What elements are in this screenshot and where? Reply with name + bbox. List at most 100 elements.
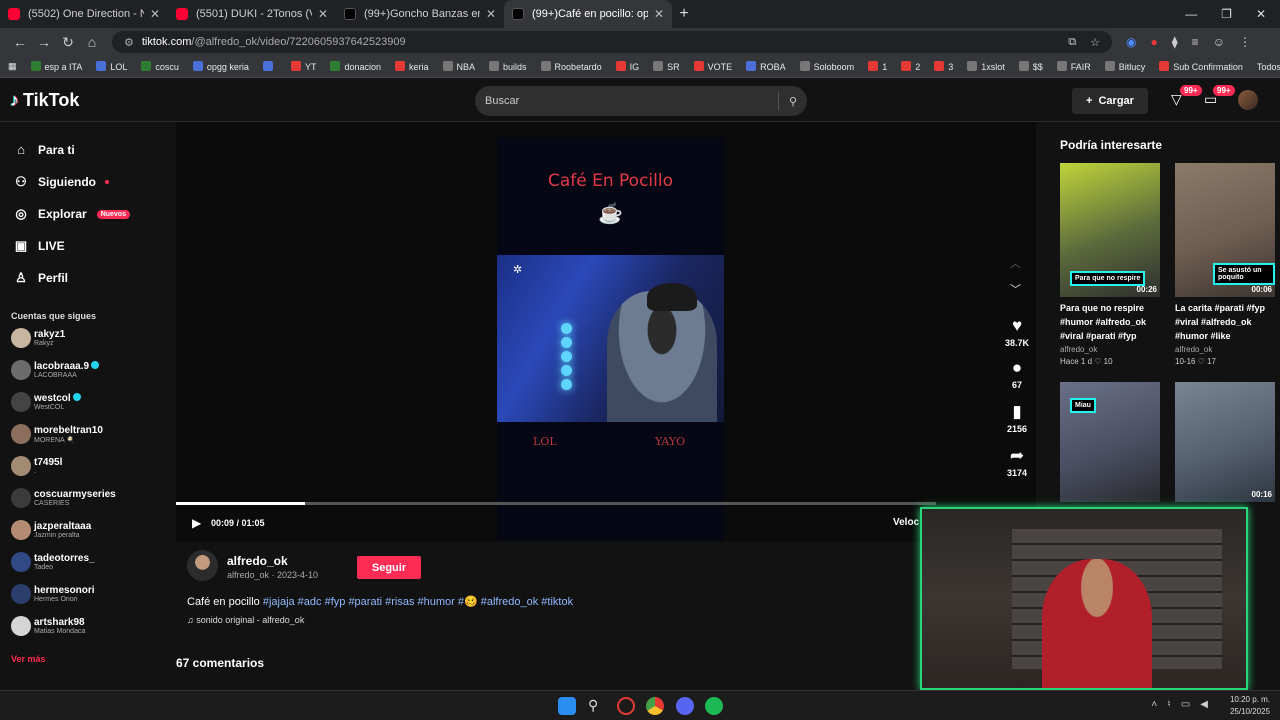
- extension-icon[interactable]: ◉: [1126, 35, 1136, 49]
- browser-tab[interactable]: (5502) One Direction - Night Ch ✕: [0, 0, 168, 28]
- bookmark-item[interactable]: NBA: [442, 61, 475, 72]
- bookmark-item[interactable]: SR: [653, 61, 680, 72]
- bookmark-item[interactable]: Sub Confirmation: [1159, 61, 1243, 72]
- bookmark-item[interactable]: LOL: [96, 61, 127, 72]
- bookmark-item[interactable]: donacion: [330, 61, 381, 72]
- apps-icon[interactable]: ▦: [8, 61, 17, 72]
- bookmark-item[interactable]: YT: [290, 61, 316, 72]
- video-thumbnail[interactable]: 00:16: [1175, 382, 1275, 502]
- followed-account[interactable]: jazperaltaaa Jazmin peralta: [11, 520, 91, 540]
- mic-icon[interactable]: ♮: [1167, 699, 1171, 710]
- bookmark-star-icon[interactable]: ☆: [1090, 36, 1100, 49]
- clock[interactable]: 10:20 p. m. 25/10/2025: [1230, 694, 1270, 718]
- bookmark-item[interactable]: keria: [395, 61, 429, 72]
- maximize-icon[interactable]: ❐: [1221, 7, 1232, 21]
- bookmark-item[interactable]: 3: [934, 61, 953, 72]
- speed-button[interactable]: Veloc: [893, 517, 919, 528]
- bookmark-item[interactable]: FAIR: [1056, 61, 1091, 72]
- bookmark-item[interactable]: ROBA: [746, 61, 786, 72]
- browser-tab-active[interactable]: (99+)Café en pocillo: opciones ✕: [504, 0, 672, 28]
- bookmark-item[interactable]: coscu: [141, 61, 179, 72]
- home-icon[interactable]: ⌂: [80, 34, 104, 50]
- close-icon[interactable]: ✕: [318, 7, 328, 21]
- recommended-video[interactable]: 00:16: [1175, 382, 1275, 502]
- bookmark-item[interactable]: 2: [901, 61, 920, 72]
- back-icon[interactable]: ←: [8, 34, 32, 50]
- bookmark-item[interactable]: [262, 61, 277, 72]
- browser-tab[interactable]: (5501) DUKI - 2Tonos (Video Of ✕: [168, 0, 336, 28]
- bookmark-item[interactable]: $$: [1018, 61, 1043, 72]
- comment-button[interactable]: ● 67: [1000, 358, 1034, 390]
- site-info-icon[interactable]: ⚙: [124, 36, 134, 49]
- video-progress-bar[interactable]: [176, 502, 936, 505]
- bookmark-item[interactable]: VOTE: [693, 61, 732, 72]
- sound-link[interactable]: ♫ sonido original - alfredo_ok: [187, 615, 304, 625]
- sidebar-item-perfil[interactable]: ♙ Perfil: [12, 270, 68, 286]
- discord-icon[interactable]: [676, 697, 694, 715]
- upload-button[interactable]: + Cargar: [1072, 88, 1148, 114]
- rec-author[interactable]: alfredo_ok: [1060, 345, 1160, 354]
- followed-account[interactable]: rakyz1 Rakyz: [11, 328, 65, 348]
- followed-account[interactable]: coscuarmyseries CASERIES: [11, 488, 116, 508]
- save-button[interactable]: ▮ 2156: [1000, 402, 1034, 434]
- recommended-video[interactable]: Para que no respire 00:26 Para que no re…: [1060, 163, 1160, 366]
- windows-start-icon[interactable]: [558, 697, 576, 715]
- bookmark-item[interactable]: 1xslot: [967, 61, 1005, 72]
- follow-button[interactable]: Seguir: [357, 556, 421, 579]
- rec-author[interactable]: alfredo_ok: [1175, 345, 1275, 354]
- bookmark-item[interactable]: Bitlucy: [1104, 61, 1145, 72]
- install-icon[interactable]: ⧉: [1068, 36, 1076, 49]
- bookmark-item[interactable]: IG: [615, 61, 639, 72]
- minimize-icon[interactable]: —: [1185, 7, 1197, 21]
- bookmark-item[interactable]: esp a ITA: [30, 61, 82, 72]
- video-thumbnail[interactable]: Se asustó un poquito 00:06: [1175, 163, 1275, 297]
- media-icon[interactable]: ≡: [1192, 35, 1199, 49]
- author-name[interactable]: alfredo_ok: [227, 554, 288, 568]
- followed-account[interactable]: westcol WestCOL: [11, 392, 81, 412]
- share-button[interactable]: ➦ 3174: [1000, 446, 1034, 478]
- followed-account[interactable]: t7495l.: [11, 456, 62, 476]
- like-button[interactable]: ♥ 38.7K: [1000, 316, 1034, 348]
- profile-icon[interactable]: ☺: [1213, 35, 1225, 49]
- chevron-up-icon[interactable]: ˄: [1151, 699, 1157, 710]
- followed-account[interactable]: artshark98 Matias Mondaca: [11, 616, 85, 636]
- puzzle-icon[interactable]: ⧫: [1172, 35, 1178, 49]
- play-icon[interactable]: ▶: [192, 516, 201, 530]
- volume-icon[interactable]: ◀: [1200, 699, 1208, 710]
- followed-account[interactable]: hermesonori Hermes Onori: [11, 584, 95, 604]
- browser-tab[interactable]: (99+)Goncho Banzas en Countr ✕: [336, 0, 504, 28]
- chevron-down-icon[interactable]: ﹀: [1010, 281, 1021, 297]
- forward-icon[interactable]: →: [32, 34, 56, 50]
- menu-icon[interactable]: ⋮: [1239, 35, 1251, 49]
- followed-account[interactable]: lacobraaa.9 LACOBRAAA: [11, 360, 100, 380]
- followed-account[interactable]: morebeltran10 MORENA 🍳: [11, 424, 103, 444]
- bookmark-item[interactable]: Soloboom: [799, 61, 854, 72]
- followed-account[interactable]: tadeotorres_ Tadeo: [11, 552, 95, 572]
- tiktok-logo[interactable]: ♪ TikTok: [10, 90, 79, 111]
- close-icon[interactable]: ✕: [486, 7, 496, 21]
- url-field[interactable]: ⚙ tiktok.com/@alfredo_ok/video/722060593…: [112, 31, 1112, 53]
- video-thumbnail[interactable]: Para que no respire 00:26: [1060, 163, 1160, 297]
- close-icon[interactable]: ✕: [150, 7, 160, 21]
- bookmark-item[interactable]: opgg keria: [192, 61, 249, 72]
- video-thumbnail[interactable]: Miau: [1060, 382, 1160, 502]
- chrome-icon[interactable]: [646, 697, 664, 715]
- sidebar-item-siguiendo[interactable]: ⚇ Siguiendo: [12, 174, 109, 190]
- search-icon[interactable]: ⚲: [588, 697, 606, 715]
- new-tab-button[interactable]: +: [672, 5, 696, 23]
- bookmark-item[interactable]: builds: [489, 61, 527, 72]
- app-icon[interactable]: [617, 697, 635, 715]
- recommended-video[interactable]: Miau: [1060, 382, 1160, 502]
- network-icon[interactable]: ▭: [1181, 699, 1190, 710]
- bookmark-item[interactable]: 1: [868, 61, 887, 72]
- recommended-video[interactable]: Se asustó un poquito 00:06 La carita #pa…: [1175, 163, 1275, 366]
- sidebar-item-para-ti[interactable]: ⌂ Para ti: [12, 142, 75, 157]
- search-input[interactable]: Buscar ⚲: [475, 86, 807, 116]
- sidebar-item-live[interactable]: ▣ LIVE: [12, 238, 65, 254]
- reload-icon[interactable]: ↻: [56, 34, 80, 51]
- video-player[interactable]: Café En Pocillo ☕ ✲ LOL YAYO: [497, 137, 724, 540]
- search-icon[interactable]: ⚲: [789, 95, 797, 108]
- sidebar-item-explorar[interactable]: ◎ Explorar Nuevos: [12, 206, 130, 222]
- author-avatar[interactable]: [187, 550, 218, 581]
- close-icon[interactable]: ✕: [654, 7, 664, 21]
